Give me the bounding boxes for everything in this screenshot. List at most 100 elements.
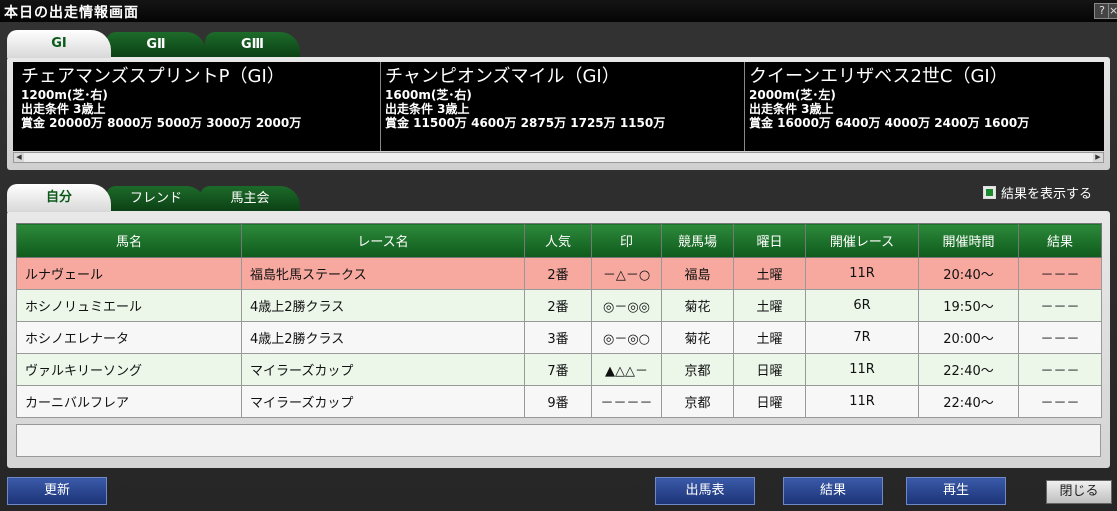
horse-name: カーニバルフレア bbox=[16, 385, 242, 418]
race-name: チャンピオンズマイル（GⅠ） bbox=[385, 66, 620, 87]
weekday: 土曜 bbox=[733, 321, 806, 354]
grade-race-list: チェアマンズスプリントP（GⅠ） 1200m(芝･右) 出走条件 3歳上 賞金 … bbox=[13, 62, 1104, 151]
tab-self[interactable]: 自分 bbox=[7, 184, 111, 212]
horse-name: ヴァルキリーソング bbox=[16, 353, 242, 386]
race-result: －－－ bbox=[1018, 257, 1102, 290]
results-button[interactable]: 結果 bbox=[783, 477, 883, 505]
entries-button[interactable]: 出馬表 bbox=[655, 477, 755, 505]
race-name: チェアマンズスプリントP（GⅠ） bbox=[21, 66, 285, 87]
horse-table: 馬名 レース名 人気 印 競馬場 曜日 開催レース 開催時間 結果 ルナヴェール… bbox=[16, 223, 1102, 418]
race-name-cell: 4歳上2勝クラス bbox=[241, 321, 525, 354]
prediction-mark: ◎－◎◎ bbox=[591, 289, 662, 322]
race-card[interactable]: チェアマンズスプリントP（GⅠ） 1200m(芝･右) 出走条件 3歳上 賞金 … bbox=[21, 66, 379, 151]
horse-name: ルナヴェール bbox=[16, 257, 242, 290]
racecourse: 京都 bbox=[661, 385, 734, 418]
show-results-checkbox[interactable]: 結果を表示する bbox=[983, 183, 1092, 202]
tab-g2[interactable]: GⅡ bbox=[106, 32, 206, 58]
col-horse-header[interactable]: 馬名 bbox=[16, 223, 242, 258]
race-number: 11R bbox=[805, 257, 919, 290]
table-row[interactable]: ルナヴェール 福島牝馬ステークス 2番 －△－○ 福島 土曜 11R 20:40… bbox=[16, 257, 1102, 290]
race-name-cell: 福島牝馬ステークス bbox=[241, 257, 525, 290]
race-card[interactable]: クイーンエリザベス2世C（GⅠ） 2000m(芝･左) 出走条件 3歳上 賞金 … bbox=[749, 66, 1104, 151]
racecourse: 菊花 bbox=[661, 289, 734, 322]
prediction-mark: ▲△△－ bbox=[591, 353, 662, 386]
race-time: 22:40～ bbox=[918, 353, 1019, 386]
race-number: 7R bbox=[805, 321, 919, 354]
table-row[interactable]: ヴァルキリーソング マイラーズカップ 7番 ▲△△－ 京都 日曜 11R 22:… bbox=[16, 353, 1102, 386]
prediction-mark: －－－－ bbox=[591, 385, 662, 418]
table-row[interactable]: カーニバルフレア マイラーズカップ 9番 －－－－ 京都 日曜 11R 22:4… bbox=[16, 385, 1102, 418]
tab-friend[interactable]: フレンド bbox=[106, 186, 206, 212]
col-result-header[interactable]: 結果 bbox=[1018, 223, 1102, 258]
horse-name: ホシノリュミエール bbox=[16, 289, 242, 322]
race-name: クイーンエリザベス2世C（GⅠ） bbox=[749, 66, 1008, 87]
popularity: 2番 bbox=[524, 257, 592, 290]
scroll-right-icon[interactable]: ▶ bbox=[1093, 153, 1103, 162]
racecourse: 菊花 bbox=[661, 321, 734, 354]
table-row[interactable]: ホシノリュミエール 4歳上2勝クラス 2番 ◎－◎◎ 菊花 土曜 6R 19:5… bbox=[16, 289, 1102, 322]
col-track-header[interactable]: 競馬場 bbox=[661, 223, 734, 258]
horse-name: ホシノエレナータ bbox=[16, 321, 242, 354]
replay-button[interactable]: 再生 bbox=[906, 477, 1006, 505]
close-button[interactable]: 閉じる bbox=[1046, 480, 1112, 504]
race-condition: 出走条件 3歳上 bbox=[749, 102, 834, 116]
tab-owners-club[interactable]: 馬主会 bbox=[200, 186, 300, 212]
horizontal-scrollbar[interactable]: ◀ ▶ bbox=[13, 152, 1104, 163]
race-result: －－－ bbox=[1018, 353, 1102, 386]
racecourse: 京都 bbox=[661, 353, 734, 386]
checkbox-icon[interactable] bbox=[983, 186, 996, 199]
race-info-window: 本日の出走情報画面 ? × GⅢ GⅡ GⅠ チェアマンズスプリントP（GⅠ） … bbox=[0, 0, 1117, 511]
race-result: －－－ bbox=[1018, 385, 1102, 418]
weekday: 土曜 bbox=[733, 257, 806, 290]
race-result: －－－ bbox=[1018, 321, 1102, 354]
col-race-header[interactable]: レース名 bbox=[241, 223, 525, 258]
racecourse: 福島 bbox=[661, 257, 734, 290]
popularity: 9番 bbox=[524, 385, 592, 418]
race-number: 11R bbox=[805, 385, 919, 418]
race-prize: 賞金 20000万 8000万 5000万 3000万 2000万 bbox=[21, 116, 302, 130]
race-time: 20:40～ bbox=[918, 257, 1019, 290]
col-mark-header[interactable]: 印 bbox=[591, 223, 662, 258]
popularity: 3番 bbox=[524, 321, 592, 354]
race-name-cell: マイラーズカップ bbox=[241, 353, 525, 386]
col-popularity-header[interactable]: 人気 bbox=[524, 223, 592, 258]
weekday: 日曜 bbox=[733, 385, 806, 418]
table-header: 馬名 レース名 人気 印 競馬場 曜日 開催レース 開催時間 結果 bbox=[16, 223, 1102, 258]
race-condition: 出走条件 3歳上 bbox=[21, 102, 106, 116]
prediction-mark: ◎－◎○ bbox=[591, 321, 662, 354]
col-day-header[interactable]: 曜日 bbox=[733, 223, 806, 258]
grade-race-panel: チェアマンズスプリントP（GⅠ） 1200m(芝･右) 出走条件 3歳上 賞金 … bbox=[7, 57, 1110, 170]
prediction-mark: －△－○ bbox=[591, 257, 662, 290]
tab-g3[interactable]: GⅢ bbox=[205, 32, 300, 58]
race-distance: 1600m(芝･右) bbox=[385, 88, 472, 102]
race-number: 11R bbox=[805, 353, 919, 386]
col-time-header[interactable]: 開催時間 bbox=[918, 223, 1019, 258]
race-prize: 賞金 11500万 4600万 2875万 1725万 1150万 bbox=[385, 116, 666, 130]
race-name-cell: 4歳上2勝クラス bbox=[241, 289, 525, 322]
col-raceno-header[interactable]: 開催レース bbox=[805, 223, 919, 258]
race-result: －－－ bbox=[1018, 289, 1102, 322]
refresh-button[interactable]: 更新 bbox=[7, 477, 107, 505]
race-number: 6R bbox=[805, 289, 919, 322]
popularity: 2番 bbox=[524, 289, 592, 322]
weekday: 日曜 bbox=[733, 353, 806, 386]
divider bbox=[744, 62, 745, 151]
horse-table-panel: 馬名 レース名 人気 印 競馬場 曜日 開催レース 開催時間 結果 ルナヴェール… bbox=[7, 211, 1110, 468]
race-time: 19:50～ bbox=[918, 289, 1019, 322]
race-name-cell: マイラーズカップ bbox=[241, 385, 525, 418]
race-prize: 賞金 16000万 6400万 4000万 2400万 1600万 bbox=[749, 116, 1030, 130]
divider bbox=[380, 62, 381, 151]
window-close-icon[interactable]: × bbox=[1108, 3, 1117, 19]
race-distance: 2000m(芝･左) bbox=[749, 88, 836, 102]
table-row[interactable]: ホシノエレナータ 4歳上2勝クラス 3番 ◎－◎○ 菊花 土曜 7R 20:00… bbox=[16, 321, 1102, 354]
weekday: 土曜 bbox=[733, 289, 806, 322]
title-bar: 本日の出走情報画面 ? × bbox=[0, 0, 1117, 22]
tab-g1[interactable]: GⅠ bbox=[7, 30, 111, 58]
race-time: 20:00～ bbox=[918, 321, 1019, 354]
race-condition: 出走条件 3歳上 bbox=[385, 102, 470, 116]
window-title: 本日の出走情報画面 bbox=[4, 5, 139, 21]
scroll-left-icon[interactable]: ◀ bbox=[14, 153, 24, 162]
race-card[interactable]: チャンピオンズマイル（GⅠ） 1600m(芝･右) 出走条件 3歳上 賞金 11… bbox=[385, 66, 743, 151]
race-time: 22:40～ bbox=[918, 385, 1019, 418]
race-distance: 1200m(芝･右) bbox=[21, 88, 108, 102]
